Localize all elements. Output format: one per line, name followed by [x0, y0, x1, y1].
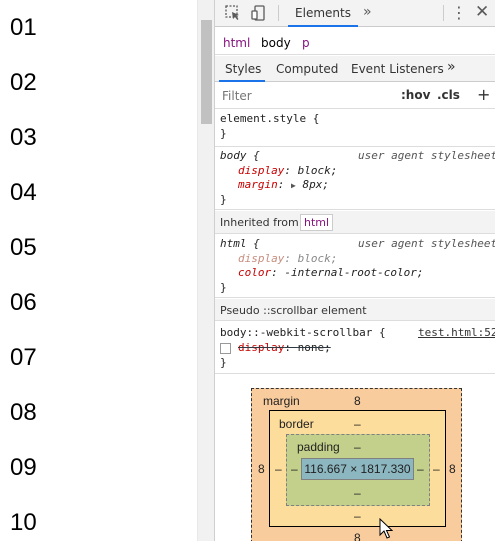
property-name: color [238, 266, 272, 279]
page-line-02: 02 [10, 69, 37, 96]
padding-bottom-value[interactable]: – [354, 486, 361, 500]
margin-bottom-value[interactable]: 8 [354, 531, 361, 541]
declaration-display[interactable]: display: block; [238, 164, 337, 177]
page-preview: 01 02 03 04 05 06 07 08 09 10 [0, 0, 197, 541]
rule-html: html { user agent stylesheet display: bl… [215, 235, 495, 298]
rule-close: } [220, 127, 227, 140]
declaration-checkbox[interactable] [220, 343, 231, 354]
margin-top-value[interactable]: 8 [354, 394, 361, 408]
selector-body[interactable]: body { [220, 149, 260, 162]
filter-input[interactable] [219, 86, 389, 106]
padding-left-value[interactable]: – [291, 462, 298, 476]
padding-label: padding [297, 440, 340, 454]
rule-close: } [220, 281, 227, 294]
tab-elements[interactable]: Elements [288, 0, 358, 27]
tab-styles[interactable]: Styles [225, 62, 261, 76]
border-bottom-value[interactable]: – [354, 509, 361, 523]
property-value: none; [297, 341, 331, 354]
kebab-menu-icon[interactable]: ⋮ [451, 3, 467, 22]
property-value: -internal-root-color; [284, 266, 424, 279]
styles-subtabs: Styles Computed Event Listeners » [215, 56, 495, 82]
page-line-09: 09 [10, 454, 37, 481]
breadcrumb: html body p [215, 28, 495, 55]
declaration-display-disabled[interactable]: display: none; [238, 341, 331, 354]
rule-scrollbar: body::-webkit-scrollbar { test.html:52 d… [215, 322, 495, 374]
border-left-value[interactable]: – [275, 462, 282, 476]
devtools-panel: Elements » ⋮ ✕ html body p Styles Comput… [214, 0, 495, 541]
margin-label: margin [263, 394, 300, 408]
rule-source: user agent stylesheet [358, 237, 495, 250]
tab-computed[interactable]: Computed [276, 62, 338, 76]
toolbar-divider [443, 5, 444, 21]
devtools-toolbar: Elements » ⋮ ✕ [215, 0, 495, 27]
tab-event-listeners[interactable]: Event Listeners [351, 62, 444, 76]
toolbar-divider [278, 5, 279, 21]
inspect-element-icon[interactable] [224, 4, 242, 22]
inherited-header: Inherited from html [215, 211, 495, 234]
declaration-color[interactable]: color: -internal-root-color; [238, 266, 423, 279]
breadcrumb-p[interactable]: p [302, 36, 310, 50]
close-icon[interactable]: ✕ [475, 2, 489, 22]
device-toolbar-icon[interactable] [250, 4, 268, 22]
pseudo-header: Pseudo ::scrollbar element [215, 299, 495, 321]
margin-right-value[interactable]: 8 [449, 462, 456, 476]
inherited-label: Inherited from [220, 216, 299, 229]
more-tabs-icon[interactable]: » [363, 4, 372, 20]
page-line-05: 05 [10, 234, 37, 261]
border-top-value[interactable]: – [354, 417, 361, 431]
selector-scrollbar[interactable]: body::-webkit-scrollbar { [220, 326, 386, 339]
page-line-04: 04 [10, 179, 37, 206]
more-subtabs-icon[interactable]: » [447, 59, 456, 75]
page-line-07: 07 [10, 344, 37, 371]
padding-top-value[interactable]: – [354, 440, 361, 454]
source-link[interactable]: test.html:52 [418, 326, 495, 339]
page-line-10: 10 [10, 509, 37, 536]
property-name: display [238, 252, 285, 265]
scrollbar-thumb[interactable] [201, 20, 212, 124]
filter-bar: :hov .cls + [215, 83, 495, 109]
subtab-active-indicator [219, 80, 265, 82]
property-name: margin [238, 178, 278, 191]
mouse-cursor-icon [379, 518, 393, 539]
rule-body: body { user agent stylesheet display: bl… [215, 147, 495, 210]
selector-html[interactable]: html { [220, 237, 260, 250]
property-value: 8px; [302, 178, 329, 191]
selector-element-style[interactable]: element.style { [220, 112, 319, 125]
rule-close: } [220, 193, 227, 206]
hov-button[interactable]: :hov [401, 88, 430, 102]
tab-active-indicator [288, 25, 358, 27]
page-line-08: 08 [10, 399, 37, 426]
declaration-display-inactive[interactable]: display: block; [238, 252, 337, 265]
rule-close: } [220, 356, 227, 369]
padding-right-value[interactable]: – [417, 462, 424, 476]
cls-button[interactable]: .cls [437, 88, 460, 102]
property-name: display [238, 164, 285, 177]
page-line-01: 01 [10, 14, 37, 41]
page-line-03: 03 [10, 124, 37, 151]
box-model-content[interactable]: 116.667 × 1817.330 [301, 458, 414, 480]
declaration-margin[interactable]: margin: ▶ 8px; [238, 178, 329, 191]
margin-left-value[interactable]: 8 [258, 462, 265, 476]
property-name: display [238, 341, 285, 354]
breadcrumb-body[interactable]: body [261, 36, 291, 50]
inherited-tag[interactable]: html [300, 214, 334, 231]
border-label: border [279, 417, 314, 431]
add-rule-button[interactable]: + [477, 85, 490, 104]
page-line-06: 06 [10, 289, 37, 316]
rule-source: user agent stylesheet [358, 149, 495, 162]
border-right-value[interactable]: – [433, 462, 440, 476]
rule-element-style: element.style { } [215, 110, 495, 147]
pseudo-label: Pseudo ::scrollbar element [220, 304, 367, 317]
property-value: block; [297, 164, 338, 177]
property-value: block; [297, 252, 338, 265]
page-scrollbar[interactable] [197, 0, 214, 541]
breadcrumb-html[interactable]: html [223, 36, 250, 50]
